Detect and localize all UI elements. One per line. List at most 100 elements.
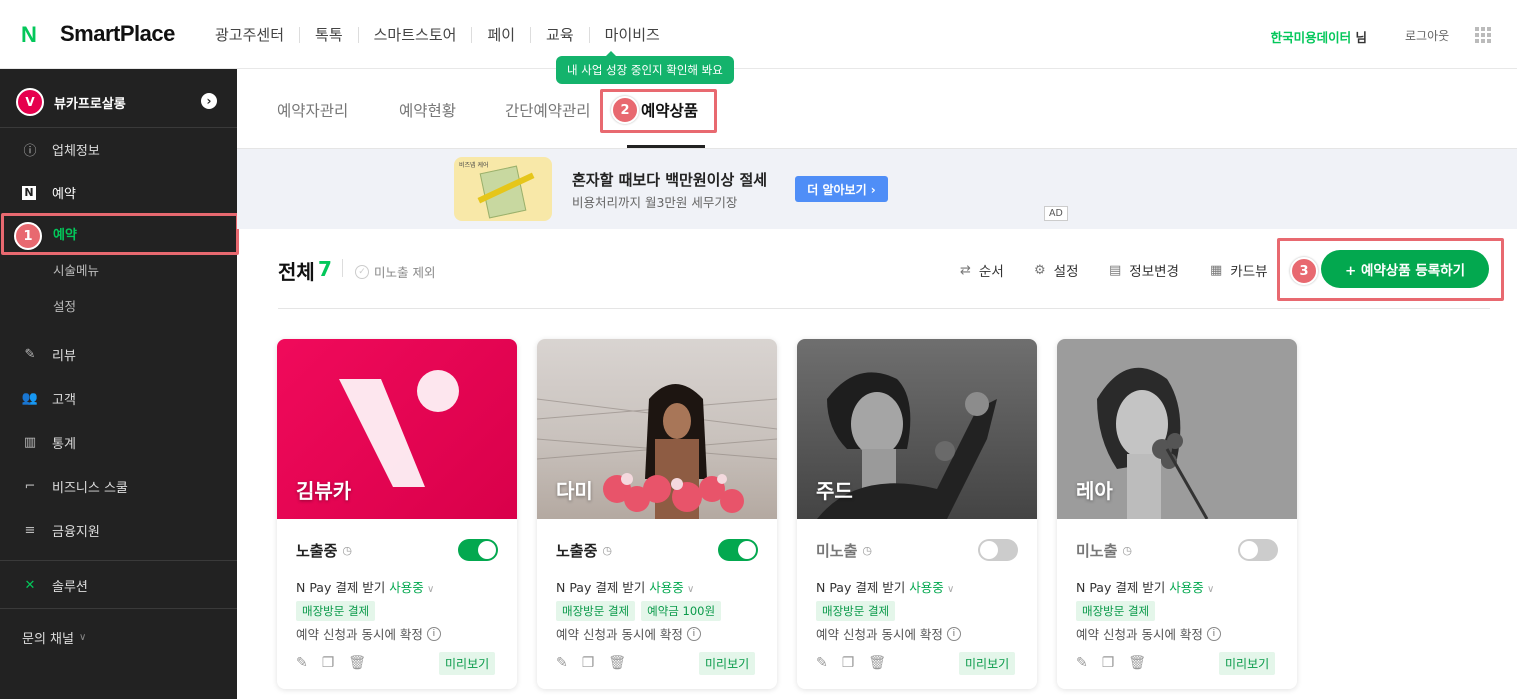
chevron-down-icon: ∨ xyxy=(423,584,435,595)
preview-button[interactable]: 미리보기 xyxy=(1219,652,1276,675)
preview-button[interactable]: 미리보기 xyxy=(699,652,756,675)
product-card[interactable]: 레아 미노출 ◷ N Pay 결제 받기 사용중 ∨ 매장방문 결제 예약 신청과… xyxy=(1057,339,1297,689)
bar-chart-icon: ▥ xyxy=(23,435,37,450)
sidebar-item-customer[interactable]: 👥 고객 xyxy=(22,389,76,408)
nav-pay[interactable]: 페이 xyxy=(487,24,515,45)
sidebar-item-solution[interactable]: ✕ 솔루션 xyxy=(22,576,88,595)
tab-simple-reservation[interactable]: 간단예약관리 xyxy=(505,99,591,121)
order-button[interactable]: ⇄ 순서 xyxy=(960,260,1004,281)
exposure-toggle[interactable] xyxy=(978,539,1018,561)
sidebar-item-label: 문의 채널 xyxy=(22,632,74,647)
sidebar-item-business-school[interactable]: ⌐ 비즈니스 스쿨 xyxy=(22,477,128,496)
nav-education[interactable]: 교육 xyxy=(546,24,574,45)
clock-icon[interactable]: ◷ xyxy=(602,544,612,557)
store-arrow-icon[interactable]: › xyxy=(201,93,217,109)
store-name: 뷰카프로살롱 xyxy=(54,96,126,112)
ad-image[interactable]: 비즈넵 케어 xyxy=(454,157,552,221)
product-card[interactable]: 다미 노출중 ◷ N Pay 결제 받기 사용중 ∨ 매장방문 결제 예약금 100… xyxy=(537,339,777,689)
trash-icon[interactable]: 🗑 xyxy=(1128,655,1146,671)
smartplace-logo[interactable]: SmartPlace xyxy=(60,21,175,47)
npay-setting[interactable]: N Pay 결제 받기 사용중 ∨ xyxy=(556,577,694,596)
document-icon: ▤ xyxy=(1109,262,1122,278)
sidebar-item-label: 고객 xyxy=(52,393,76,408)
store-selector[interactable]: V 뷰카프로살롱 xyxy=(16,88,126,116)
naver-logo-icon[interactable]: N xyxy=(21,22,43,48)
user-name[interactable]: 한국미용데이터 님 xyxy=(1271,27,1367,46)
nav-smartstore[interactable]: 스마트스토어 xyxy=(374,24,457,45)
tag: 매장방문 결제 xyxy=(556,601,636,621)
ad-title[interactable]: 혼자할 때보다 백만원이상 절세 xyxy=(572,169,767,190)
trash-icon[interactable]: 🗑 xyxy=(868,655,886,671)
nav-ad-center[interactable]: 광고주센터 xyxy=(215,24,284,45)
preview-button[interactable]: 미리보기 xyxy=(439,652,496,675)
nav-mybiz[interactable]: 마이비즈 xyxy=(605,24,660,45)
sidebar-item-stats[interactable]: ▥ 통계 xyxy=(22,433,76,452)
npay-setting[interactable]: N Pay 결제 받기 사용중 ∨ xyxy=(816,577,954,596)
card-view-button[interactable]: ▦ 카드뷰 xyxy=(1210,260,1268,281)
edit-icon[interactable]: ✎ xyxy=(816,655,828,671)
npay-setting[interactable]: N Pay 결제 받기 사용중 ∨ xyxy=(1076,577,1214,596)
edit-info-button[interactable]: ▤ 정보변경 xyxy=(1109,260,1179,281)
confirm-text: 예약 신청과 동시에 확정 xyxy=(1076,627,1203,642)
info-icon[interactable]: i xyxy=(686,626,701,641)
info-icon[interactable]: i xyxy=(426,626,441,641)
sidebar-item-label: 금융지원 xyxy=(52,525,100,540)
copy-icon[interactable]: ❐ xyxy=(1102,655,1115,671)
clock-icon[interactable]: ◷ xyxy=(1122,544,1132,557)
copy-icon[interactable]: ❐ xyxy=(322,655,335,671)
logout-link[interactable]: 로그아웃 xyxy=(1405,27,1449,44)
naver-booking-icon: N xyxy=(22,185,36,200)
trash-icon[interactable]: 🗑 xyxy=(608,655,626,671)
app-grid-icon[interactable] xyxy=(1475,27,1491,43)
exposure-toggle[interactable] xyxy=(718,539,758,561)
tag: 매장방문 결제 xyxy=(816,601,896,621)
sidebar-item-review[interactable]: ✎ 리뷰 xyxy=(22,345,76,364)
divider xyxy=(278,308,1490,309)
npay-setting[interactable]: N Pay 결제 받기 사용중 ∨ xyxy=(296,577,434,596)
product-card[interactable]: 김뷰카 노출중 ◷ N Pay 결제 받기 사용중 ∨ 매장방문 결제 예약 신청… xyxy=(277,339,517,689)
exposure-status: 노출중 ◷ xyxy=(556,540,612,561)
trash-icon[interactable]: 🗑 xyxy=(348,655,366,671)
swap-icon: ⇄ xyxy=(960,262,971,278)
clock-icon[interactable]: ◷ xyxy=(342,544,352,557)
sidebar-item-label: 통계 xyxy=(52,437,76,452)
pencil-icon: ✎ xyxy=(24,347,36,362)
exclude-hidden-checkbox[interactable]: ✓ 미노출 제외 xyxy=(355,262,435,281)
tag: 매장방문 결제 xyxy=(296,601,376,621)
sidebar-item-label: 비즈니스 스쿨 xyxy=(52,481,128,496)
top-nav: 광고주센터 톡톡 스마트스토어 페이 교육 마이비즈 xyxy=(215,24,660,45)
sidebar-item-reservation[interactable]: N 예약 xyxy=(22,183,76,202)
sidebar-item-finance[interactable]: ≡ 금융지원 xyxy=(22,521,100,540)
tag: 매장방문 결제 xyxy=(1076,601,1156,621)
sidebar-item-business-info[interactable]: ⓘ 업체정보 xyxy=(22,140,99,159)
copy-icon[interactable]: ❐ xyxy=(582,655,595,671)
preview-button[interactable]: 미리보기 xyxy=(959,652,1016,675)
edit-icon[interactable]: ✎ xyxy=(556,655,568,671)
info-icon[interactable]: i xyxy=(946,626,961,641)
sidebar-subitem-settings[interactable]: 설정 xyxy=(53,296,76,315)
nav-talktalk[interactable]: 톡톡 xyxy=(315,24,343,45)
ad-learn-more-button[interactable]: 더 알아보기 › xyxy=(795,176,888,202)
edit-icon[interactable]: ✎ xyxy=(296,655,308,671)
top-header: N SmartPlace 광고주센터 톡톡 스마트스토어 페이 교육 마이비즈 … xyxy=(0,0,1517,69)
edit-icon[interactable]: ✎ xyxy=(1076,655,1088,671)
product-card[interactable]: 주드 미노출 ◷ N Pay 결제 받기 사용중 ∨ 매장방문 결제 예약 신청과… xyxy=(797,339,1037,689)
divider xyxy=(342,259,343,277)
tab-reservation-mgmt[interactable]: 예약자관리 xyxy=(277,99,348,121)
sidebar-divider xyxy=(0,560,237,561)
copy-icon[interactable]: ❐ xyxy=(842,655,855,671)
grid-view-icon: ▦ xyxy=(1210,262,1223,278)
info-icon[interactable]: i xyxy=(1206,626,1221,641)
confirm-policy: 예약 신청과 동시에 확정 i xyxy=(296,624,441,643)
exposure-status: 노출중 ◷ xyxy=(296,540,352,561)
clock-icon[interactable]: ◷ xyxy=(862,544,872,557)
exposure-toggle[interactable] xyxy=(1238,539,1278,561)
step-badge-2: 2 xyxy=(611,96,639,124)
sidebar-subitem-menu[interactable]: 시술메뉴 xyxy=(53,260,99,279)
tab-reservation-status[interactable]: 예약현황 xyxy=(399,99,456,121)
chevron-down-icon: ∨ xyxy=(1203,584,1215,595)
sidebar-item-inquiry[interactable]: 문의 채널 ∨ xyxy=(22,628,86,647)
settings-button[interactable]: ⚙ 설정 xyxy=(1034,260,1079,281)
tag-list: 매장방문 결제 xyxy=(816,601,896,621)
exposure-toggle[interactable] xyxy=(458,539,498,561)
